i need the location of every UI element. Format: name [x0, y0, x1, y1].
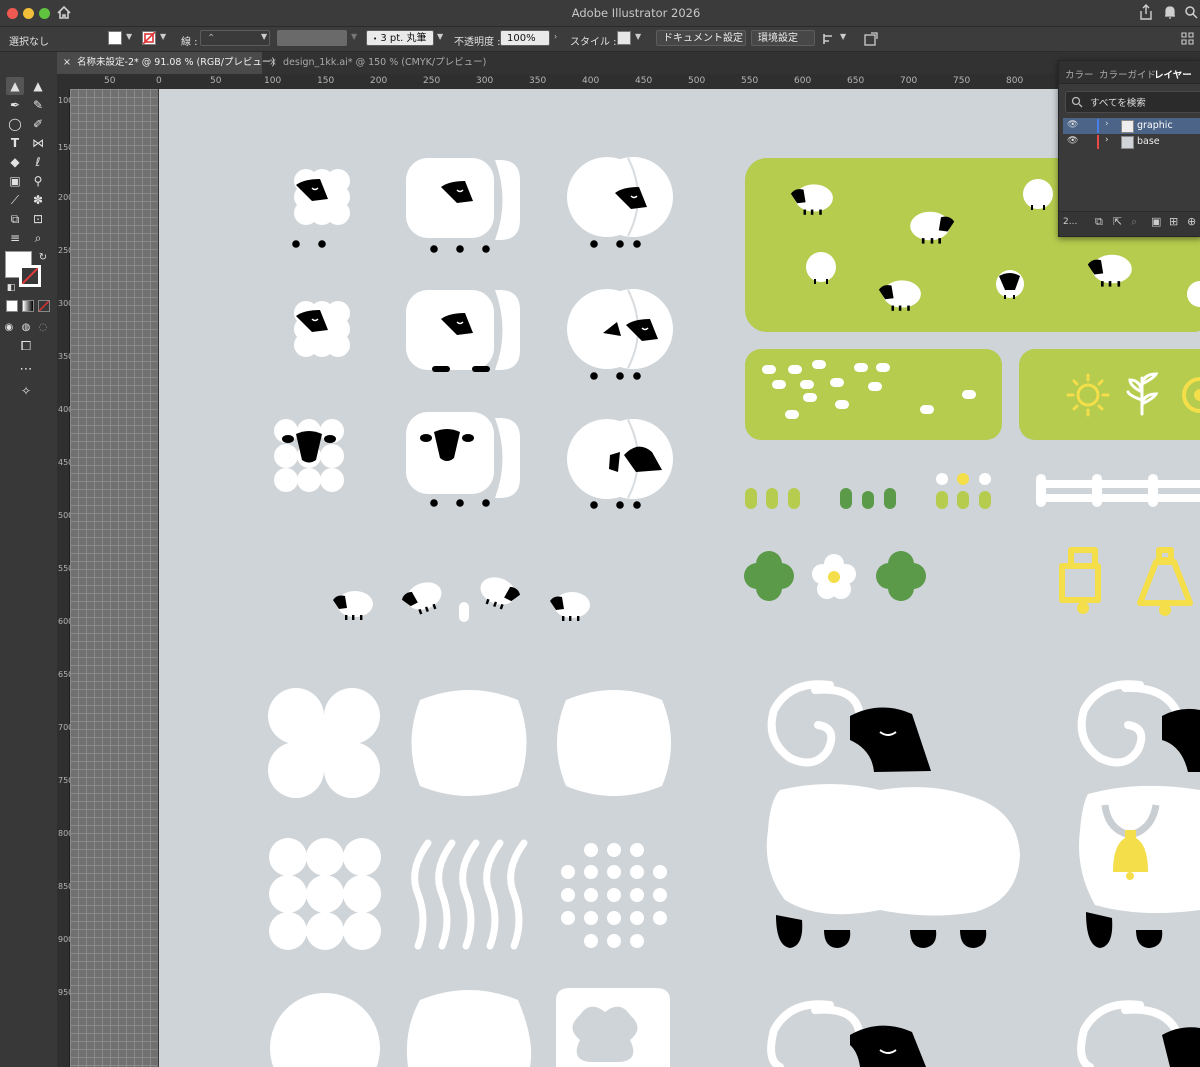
artwork-canvas[interactable]	[0, 0, 1200, 1067]
layers-panel: カラー カラーガイド レイヤー すべてを検索 👁 › graphic 👁 › b…	[1058, 60, 1200, 237]
daisy-icon[interactable]	[812, 554, 856, 599]
small-sheep-illustration[interactable]	[550, 592, 590, 621]
ram-with-bell-illustration[interactable]	[1077, 680, 1200, 948]
dot-grid-shape[interactable]	[561, 843, 667, 948]
flower-bud-icons[interactable]	[936, 473, 991, 509]
wavy-lines-shape[interactable]	[411, 839, 528, 950]
grass-tufts-dark[interactable]	[840, 488, 896, 509]
new-sublayer-icon[interactable]: ⊞	[1169, 215, 1178, 228]
export-icon[interactable]: ⇱	[1113, 215, 1122, 228]
fence-illustration[interactable]	[1036, 474, 1200, 507]
small-sheep-illustration[interactable]	[475, 572, 524, 614]
layer-name: base	[1137, 136, 1160, 147]
sheep-box-illustration[interactable]	[406, 158, 520, 253]
layers-panel-footer: 2... ⧉ ⇱ ⌕ ▣ ⊞ ⊕	[1059, 211, 1200, 236]
clipping-mask-icon[interactable]: ▣	[1151, 215, 1161, 228]
layer-thumbnail	[1121, 136, 1134, 149]
bell-icon[interactable]	[1137, 547, 1193, 616]
new-layer-icon[interactable]: ⊕	[1187, 215, 1196, 228]
sheep-legs-illustration	[292, 240, 326, 248]
layer-color-bar	[1097, 119, 1099, 133]
clover-icon[interactable]	[744, 551, 794, 601]
bell-icon[interactable]	[1059, 547, 1101, 614]
circle-shape[interactable]	[270, 993, 380, 1067]
small-sheep-illustration[interactable]	[398, 577, 447, 619]
sheep-round-illustration[interactable]	[567, 157, 673, 248]
clover-icon[interactable]	[876, 551, 926, 601]
visibility-eye-icon[interactable]: 👁	[1067, 120, 1078, 130]
chevron-right-icon[interactable]: ›	[1105, 119, 1109, 129]
tab-color[interactable]: カラー	[1065, 67, 1094, 81]
clover-shape[interactable]	[268, 688, 380, 798]
chevron-right-icon[interactable]: ›	[1105, 135, 1109, 145]
search-icon	[1071, 96, 1083, 108]
layer-count: 2...	[1063, 217, 1078, 227]
ram-illustration[interactable]	[766, 680, 1020, 948]
sheep-front-illustration[interactable]	[274, 419, 344, 492]
search-placeholder: すべてを検索	[1090, 98, 1146, 109]
sheep-leg-shape[interactable]	[459, 602, 469, 622]
icons-panel[interactable]	[1019, 349, 1200, 440]
sheep-round-illustration[interactable]	[567, 419, 673, 509]
sheep-round-illustration[interactable]	[567, 289, 673, 380]
wavy-square-shape[interactable]	[557, 690, 671, 796]
layers-search-input[interactable]: すべてを検索	[1065, 91, 1200, 113]
layer-thumbnail	[1121, 120, 1134, 133]
tab-layers[interactable]: レイヤー	[1154, 67, 1192, 81]
sheep-box-front-illustration[interactable]	[406, 412, 520, 507]
ram-illustration[interactable]	[767, 1000, 926, 1067]
collect-export-icon[interactable]: ⧉	[1095, 215, 1103, 229]
wavy-square-shape[interactable]	[406, 990, 532, 1067]
sheep-box-illustration[interactable]	[406, 290, 520, 372]
locate-object-icon[interactable]: ⌕	[1131, 215, 1137, 229]
layer-row-graphic[interactable]: 👁 › graphic	[1063, 118, 1200, 134]
grass-tufts-light[interactable]	[745, 488, 800, 509]
circle-grid-shape[interactable]	[269, 838, 381, 950]
layer-color-bar	[1097, 135, 1099, 149]
layer-row-base[interactable]: 👁 › base	[1063, 134, 1200, 150]
tab-color-guide[interactable]: カラーガイド	[1099, 67, 1156, 81]
small-sheep-illustration[interactable]	[333, 591, 373, 620]
visibility-eye-icon[interactable]: 👁	[1067, 136, 1078, 146]
wavy-square-shape[interactable]	[411, 690, 527, 796]
ram-illustration[interactable]	[1077, 1000, 1200, 1067]
layer-name: graphic	[1137, 120, 1173, 131]
quatrefoil-outline-shape[interactable]	[556, 988, 670, 1067]
